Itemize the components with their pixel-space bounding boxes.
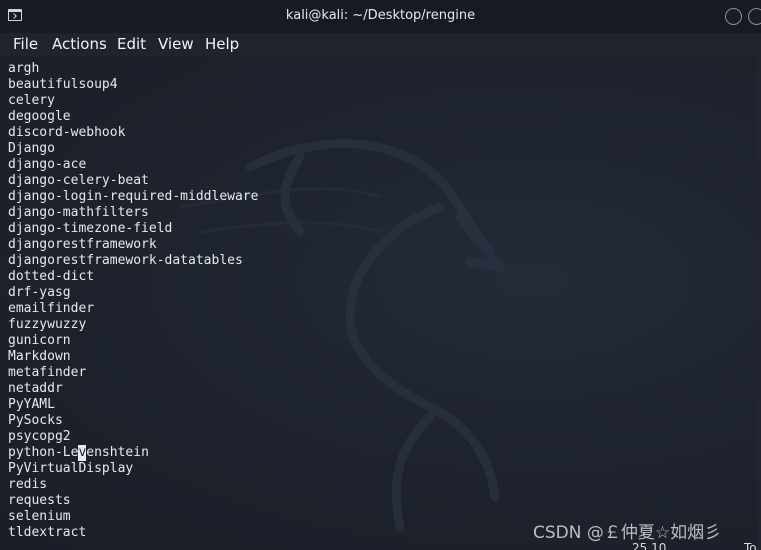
command-output: argh beautifulsoup4 celery degoogle disc… xyxy=(8,61,258,541)
output-line: django-timezone-field xyxy=(8,221,173,236)
output-line: emailfinder xyxy=(8,301,95,316)
terminal-output-area[interactable]: argh beautifulsoup4 celery degoogle disc… xyxy=(0,57,761,550)
output-line: psycopg2 xyxy=(8,429,71,444)
menu-help[interactable]: Help xyxy=(205,35,239,53)
output-line: gunicorn xyxy=(8,333,71,348)
output-line: PyVirtualDisplay xyxy=(8,461,134,476)
cursor-line[interactable]: python-Levenshtein xyxy=(8,445,258,461)
output-line: django-celery-beat xyxy=(8,173,149,188)
maximize-button[interactable] xyxy=(748,8,761,25)
menu-view[interactable]: View xyxy=(158,35,194,53)
cursor-line-after: enshtein xyxy=(86,445,149,460)
output-line: redis xyxy=(8,477,48,492)
csdn-watermark: CSDN @￡仲夏☆如烟彡 xyxy=(533,523,722,543)
output-line: argh xyxy=(8,61,40,76)
minimize-button[interactable] xyxy=(725,8,742,25)
output-line: django-ace xyxy=(8,157,87,172)
output-line: metafinder xyxy=(8,365,87,380)
terminal-window: kali@kali: ~/Desktop/rengine File Action… xyxy=(0,0,761,550)
output-line: dotted-dict xyxy=(8,269,95,284)
output-line: Django xyxy=(8,141,55,156)
title-bar[interactable]: kali@kali: ~/Desktop/rengine xyxy=(0,0,761,33)
cursor-position: 25,10 xyxy=(632,541,667,550)
menu-actions[interactable]: Actions xyxy=(52,35,107,53)
output-line: degoogle xyxy=(8,109,71,124)
output-line: celery xyxy=(8,93,55,108)
output-line: netaddr xyxy=(8,381,63,396)
output-line: fuzzywuzzy xyxy=(8,317,87,332)
scroll-position: To xyxy=(744,541,757,550)
menu-file[interactable]: File xyxy=(13,35,38,53)
output-line: tldextract xyxy=(8,525,87,540)
output-line: beautifulsoup4 xyxy=(8,77,118,92)
output-line: django-mathfilters xyxy=(8,205,149,220)
output-line: PyYAML xyxy=(8,397,55,412)
menu-bar: File Actions Edit View Help xyxy=(0,33,761,57)
output-line: djangorestframework-datatables xyxy=(8,253,243,268)
cursor-line-before: python-Le xyxy=(8,445,79,460)
output-line: selenium xyxy=(8,509,71,524)
output-line: Markdown xyxy=(8,349,71,364)
window-title: kali@kali: ~/Desktop/rengine xyxy=(285,8,476,23)
output-line: discord-webhook xyxy=(8,125,126,140)
output-line: django-login-required-middleware xyxy=(8,189,259,204)
output-line: requests xyxy=(8,493,71,508)
scrollbar[interactable] xyxy=(757,57,761,550)
output-line: drf-yasg xyxy=(8,285,71,300)
output-line: PySocks xyxy=(8,413,63,428)
output-line: djangorestframework xyxy=(8,237,157,252)
menu-edit[interactable]: Edit xyxy=(117,35,146,53)
